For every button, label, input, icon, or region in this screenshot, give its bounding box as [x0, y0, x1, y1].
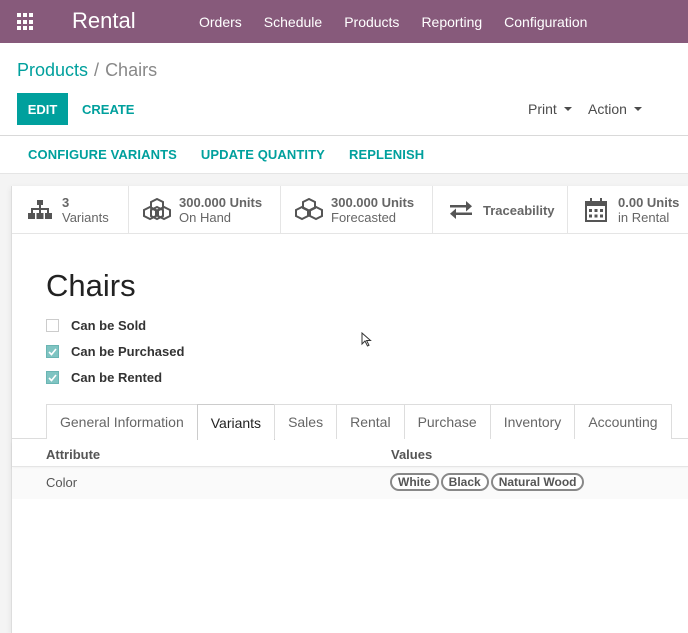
value-tag: Natural Wood	[490, 473, 585, 491]
tab-rental[interactable]: Rental	[336, 404, 405, 439]
traceability-button[interactable]: Traceability	[433, 186, 568, 234]
in-rental-label: in Rental	[618, 210, 670, 225]
mouse-cursor-icon	[361, 332, 372, 347]
can-be-purchased-row: Can be Purchased	[46, 344, 184, 359]
tab-variants[interactable]: Variants	[196, 404, 276, 440]
breadcrumb: Products / Chairs	[17, 59, 157, 81]
form-sheet: 3 Variants 300.000 Units On Hand 300.000 U…	[11, 186, 688, 633]
menu-reporting[interactable]: Reporting	[410, 14, 493, 30]
create-button[interactable]: CREATE	[74, 93, 142, 125]
action-dropdown[interactable]: Action	[588, 101, 642, 117]
update-quantity-button[interactable]: UPDATE QUANTITY	[189, 147, 337, 162]
breadcrumb-separator: /	[94, 60, 100, 80]
table-header: Attribute Values	[12, 441, 688, 467]
breadcrumb-products[interactable]: Products	[17, 60, 88, 80]
values-cell: White Black Natural Wood	[390, 473, 586, 491]
can-be-purchased-checkbox[interactable]	[46, 345, 59, 358]
can-be-sold-label: Can be Sold	[71, 318, 147, 333]
print-label: Print	[528, 101, 557, 117]
menu-products[interactable]: Products	[333, 14, 410, 30]
on-hand-label: On Hand	[179, 210, 232, 225]
main-menu: Orders Schedule Products Reporting Confi…	[188, 0, 598, 43]
tab-general-information[interactable]: General Information	[46, 404, 198, 439]
attribute-cell: Color	[46, 475, 78, 490]
notebook-tabs: General Information Variants Sales Renta…	[46, 404, 672, 440]
menu-configuration[interactable]: Configuration	[493, 14, 598, 30]
smart-buttons: 3 Variants 300.000 Units On Hand 300.000 U…	[12, 186, 688, 234]
sitemap-icon	[26, 196, 54, 224]
exchange-icon	[447, 196, 475, 224]
value-tag: Black	[440, 473, 489, 491]
traceability-label: Traceability	[483, 202, 555, 218]
value-tag: White	[390, 473, 439, 491]
table-row[interactable]: Color White Black Natural Wood	[12, 469, 688, 499]
menu-orders[interactable]: Orders	[188, 14, 253, 30]
tab-inventory[interactable]: Inventory	[489, 404, 576, 439]
can-be-purchased-label: Can be Purchased	[71, 344, 185, 359]
can-be-rented-checkbox[interactable]	[46, 371, 59, 384]
calendar-icon	[582, 196, 610, 224]
caret-down-icon	[633, 107, 642, 111]
values-column-header[interactable]: Values	[391, 447, 432, 462]
variants-stat-button[interactable]: 3 Variants	[12, 186, 129, 234]
cubes-icon	[295, 196, 323, 224]
configure-variants-button[interactable]: CONFIGURE VARIANTS	[16, 147, 189, 162]
forecasted-label: Forecasted	[331, 210, 397, 225]
on-hand-value: 300.000 Units	[179, 195, 263, 210]
action-label: Action	[588, 101, 627, 117]
tab-purchase[interactable]: Purchase	[403, 404, 491, 439]
edit-button[interactable]: EDIT	[17, 93, 68, 125]
in-rental-value: 0.00 Units	[618, 195, 680, 210]
print-dropdown[interactable]: Print	[528, 101, 572, 117]
can-be-rented-row: Can be Rented	[46, 370, 162, 385]
breadcrumb-current: Chairs	[105, 60, 158, 80]
variants-count: 3	[62, 195, 70, 210]
attribute-column-header[interactable]: Attribute	[46, 447, 100, 462]
app-title[interactable]: Rental	[72, 7, 136, 35]
on-hand-stat-button[interactable]: 300.000 Units On Hand	[129, 186, 281, 234]
top-navbar: Rental Orders Schedule Products Reportin…	[0, 0, 688, 43]
check-icon	[48, 347, 57, 356]
apps-grid-icon[interactable]	[17, 13, 35, 31]
cubes-icon	[143, 196, 171, 224]
tab-accounting[interactable]: Accounting	[574, 404, 672, 439]
replenish-button[interactable]: REPLENISH	[337, 147, 436, 162]
in-rental-stat-button[interactable]: 0.00 Units in Rental	[568, 186, 688, 234]
forecasted-value: 300.000 Units	[331, 195, 415, 210]
form-header: CONFIGURE VARIANTS UPDATE QUANTITY REPLE…	[0, 136, 688, 174]
variants-label: Variants	[62, 210, 109, 225]
product-name: Chairs	[46, 268, 136, 303]
menu-schedule[interactable]: Schedule	[253, 14, 333, 30]
can-be-sold-row: Can be Sold	[46, 318, 146, 333]
forecasted-stat-button[interactable]: 300.000 Units Forecasted	[281, 186, 433, 234]
can-be-sold-checkbox[interactable]	[46, 319, 59, 332]
tab-sales[interactable]: Sales	[274, 404, 338, 439]
caret-down-icon	[563, 107, 572, 111]
check-icon	[48, 373, 57, 382]
can-be-rented-label: Can be Rented	[71, 370, 163, 385]
